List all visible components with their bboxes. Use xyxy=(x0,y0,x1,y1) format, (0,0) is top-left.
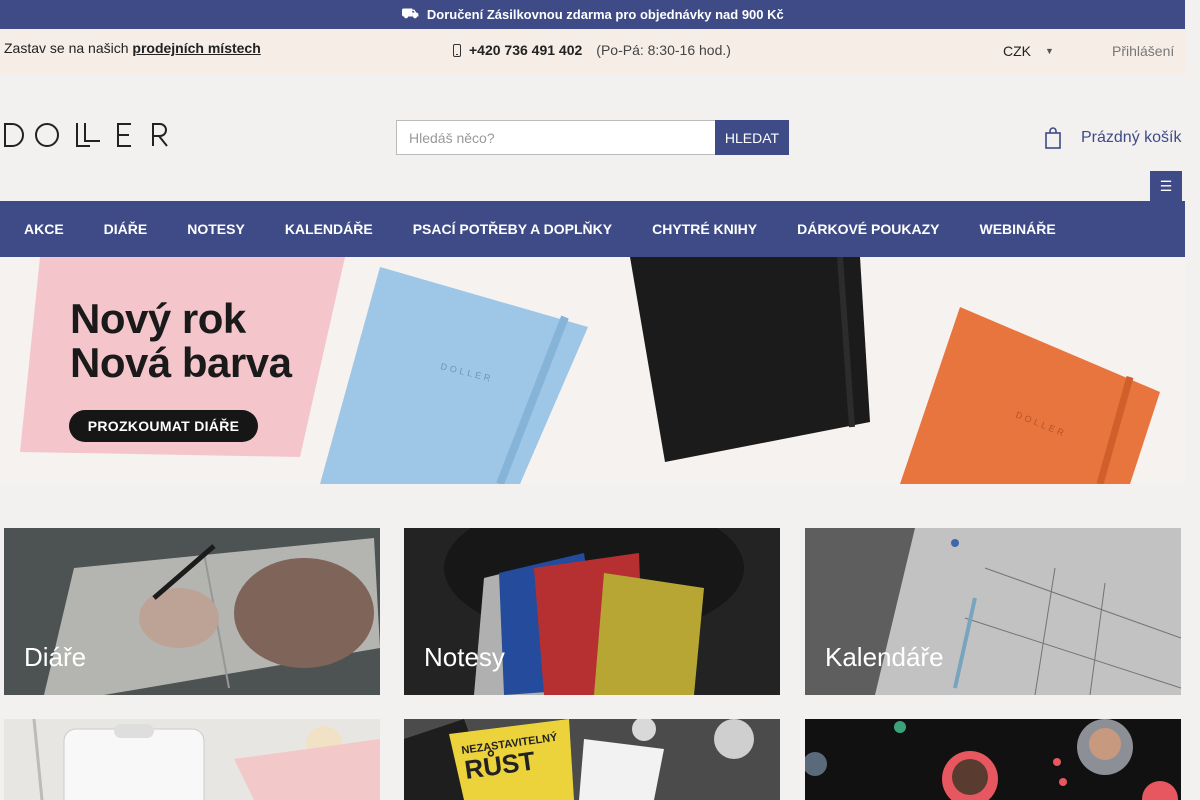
nav-item-chytre-knihy[interactable]: CHYTRÉ KNIHY xyxy=(632,221,777,237)
login-link[interactable]: Přihlášení xyxy=(1112,43,1174,59)
currency-value: CZK xyxy=(1003,43,1031,59)
nav-item-darkove-poukazy[interactable]: DÁRKOVÉ POUKAZY xyxy=(777,221,959,237)
category-tile-psaci-potreby[interactable] xyxy=(4,719,380,800)
category-tile-kalendare[interactable]: Kalendáře xyxy=(805,528,1181,695)
menu-toggle-button[interactable]: ☰ xyxy=(1150,171,1182,201)
store-locations-text: Zastav se na našich prodejních místech xyxy=(4,40,261,56)
stationery-photo xyxy=(4,719,380,800)
nav-item-diare[interactable]: DIÁŘE xyxy=(84,221,168,237)
store-locations-link[interactable]: prodejních místech xyxy=(132,40,260,56)
category-tile-chytre-knihy[interactable]: NEZASTAVITELNÝ RŮST xyxy=(404,719,780,800)
nav-item-psaci-potreby[interactable]: PSACÍ POTŘEBY A DOPLŇKY xyxy=(393,221,632,237)
category-label: Notesy xyxy=(424,642,505,672)
hero-banner[interactable]: DOLLER DOLLER Nový rok Nová barva PROZKO… xyxy=(0,257,1185,484)
cart[interactable]: Prázdný košík xyxy=(1045,127,1181,149)
search-button[interactable]: HLEDAT xyxy=(715,120,789,155)
site-header: HLEDAT Prázdný košík ☰ xyxy=(0,73,1185,201)
phone-contact: +420 736 491 402 (Po-Pá: 8:30-16 hod.) xyxy=(453,42,731,58)
main-nav: AKCE DIÁŘE NOTESY KALENDÁŘE PSACÍ POTŘEB… xyxy=(0,201,1185,257)
nav-item-webinare[interactable]: WEBINÁŘE xyxy=(959,221,1075,237)
delivery-banner: ⛟ Doručení Zásilkovnou zdarma pro objedn… xyxy=(0,0,1185,29)
shopping-bag-icon xyxy=(1045,127,1061,149)
webinar-speakers-photo xyxy=(805,719,1181,800)
menu-icon: ☰ xyxy=(1159,177,1173,194)
nav-item-kalendare[interactable]: KALENDÁŘE xyxy=(265,221,393,237)
category-label: Kalendáře xyxy=(825,642,944,672)
category-tile-webinare[interactable] xyxy=(805,719,1181,800)
nav-item-akce[interactable]: AKCE xyxy=(4,221,84,237)
nav-item-notesy[interactable]: NOTESY xyxy=(167,221,265,237)
phone-icon xyxy=(453,43,461,57)
books-photo: NEZASTAVITELNÝ RŮST xyxy=(404,719,780,800)
cart-label: Prázdný košík xyxy=(1081,129,1182,146)
search-form: HLEDAT xyxy=(396,120,789,155)
info-bar: Zastav se na našich prodejních místech +… xyxy=(0,29,1185,73)
doller-logo[interactable] xyxy=(4,123,169,147)
hero-title: Nový rok Nová barva xyxy=(70,295,292,386)
category-tile-diare[interactable]: Diáře xyxy=(4,528,380,695)
phone-number[interactable]: +420 736 491 402 xyxy=(469,42,582,58)
search-input[interactable] xyxy=(396,120,715,155)
opening-hours: (Po-Pá: 8:30-16 hod.) xyxy=(596,42,731,58)
truck-icon: ⛟ xyxy=(401,5,419,21)
chevron-down-icon: ▼ xyxy=(1045,46,1054,56)
currency-selector[interactable]: CZK ▼ xyxy=(1003,43,1054,59)
category-tile-notesy[interactable]: Notesy xyxy=(404,528,780,695)
delivery-message: Doručení Zásilkovnou zdarma pro objednáv… xyxy=(426,7,784,22)
hero-cta-button[interactable]: PROZKOUMAT DIÁŘE xyxy=(69,410,258,442)
category-label: Diáře xyxy=(24,642,87,672)
